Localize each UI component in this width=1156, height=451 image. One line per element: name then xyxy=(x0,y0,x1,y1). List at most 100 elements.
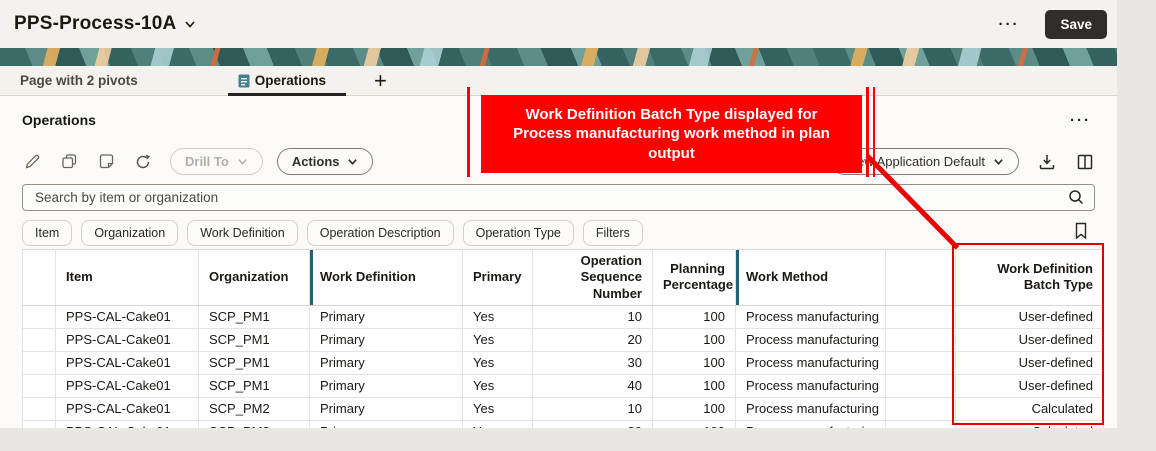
cell-op-seq: 30 xyxy=(532,350,653,375)
add-tab-button[interactable]: + xyxy=(374,69,387,92)
col-header-primary[interactable]: Primary xyxy=(462,249,533,306)
chip-organization[interactable]: Organization xyxy=(81,220,179,246)
chip-work-definition[interactable]: Work Definition xyxy=(187,220,298,246)
section-title: Operations xyxy=(22,112,96,128)
edit-icon[interactable] xyxy=(22,152,42,172)
cell-primary: Yes xyxy=(462,327,533,352)
drill-to-label: Drill To xyxy=(185,154,229,169)
col-header-organization[interactable]: Organization xyxy=(198,249,310,306)
col-header-operation-sequence-number[interactable]: Operation Sequence Number xyxy=(532,249,653,306)
col-header-item[interactable]: Item xyxy=(55,249,199,306)
cell-primary: Yes xyxy=(462,304,533,329)
top-bar: PPS-Process-10A ··· Save xyxy=(0,0,1117,48)
columns-icon[interactable] xyxy=(1075,152,1095,172)
cell-organization: SCP_PM2 xyxy=(198,396,310,421)
table-row[interactable]: PPS-CAL-Cake01 SCP_PM1 Primary Yes 10 10… xyxy=(22,304,1104,329)
table-row[interactable]: PPS-CAL-Cake01 SCP_PM1 Primary Yes 20 10… xyxy=(22,327,1104,352)
cell-op-seq: 10 xyxy=(532,396,653,421)
cell-planning-pct: 100 xyxy=(652,327,736,352)
cell-op-seq: 20 xyxy=(532,419,653,428)
document-icon xyxy=(238,74,250,88)
cell-empty xyxy=(885,396,956,421)
search-icon[interactable] xyxy=(1067,188,1085,211)
cell-planning-pct: 100 xyxy=(652,419,736,428)
annotation-callout-text: Work Definition Batch Type displayed for… xyxy=(513,105,830,162)
save-button[interactable]: Save xyxy=(1045,9,1107,39)
refresh-icon[interactable] xyxy=(133,152,153,172)
tab-label: Page with 2 pivots xyxy=(20,73,138,88)
callout-accent-line-left xyxy=(467,87,470,177)
chip-operation-type[interactable]: Operation Type xyxy=(462,220,574,246)
table-row[interactable]: PPS-CAL-Cake01 SCP_PM1 Primary Yes 40 10… xyxy=(22,373,1104,398)
page-title: PPS-Process-10A xyxy=(14,13,177,34)
cell-empty xyxy=(885,304,956,329)
row-gutter xyxy=(22,373,56,398)
cell-batch-type: User-defined xyxy=(955,373,1104,398)
chip-operation-description[interactable]: Operation Description xyxy=(306,220,454,246)
cell-work-method: Process manufacturing xyxy=(735,419,886,428)
cell-batch-type: User-defined xyxy=(955,327,1104,352)
search-input[interactable] xyxy=(22,184,1095,211)
col-header-work-definition[interactable]: Work Definition xyxy=(309,249,463,306)
chevron-down-icon xyxy=(184,18,196,30)
table-row[interactable]: PPS-CAL-Cake01 SCP_PM1 Primary Yes 30 10… xyxy=(22,350,1104,375)
tab-page-with-2-pivots[interactable]: Page with 2 pivots xyxy=(14,66,144,95)
plan-title-dropdown[interactable]: PPS-Process-10A xyxy=(14,13,196,35)
app-root: PPS-Process-10A ··· Save Page with 2 piv… xyxy=(0,0,1156,451)
cell-work-definition: Primary xyxy=(309,327,463,352)
cell-planning-pct: 100 xyxy=(652,350,736,375)
cell-work-method: Process manufacturing xyxy=(735,350,886,375)
section-overflow-menu[interactable]: ··· xyxy=(1066,109,1095,132)
cell-op-seq: 10 xyxy=(532,304,653,329)
cell-organization: SCP_PM1 xyxy=(198,304,310,329)
cell-work-definition: Primary xyxy=(309,396,463,421)
row-gutter xyxy=(22,350,56,375)
cell-empty xyxy=(885,373,956,398)
cell-empty xyxy=(885,419,956,428)
col-header-work-method[interactable]: Work Method xyxy=(735,249,886,306)
cell-work-definition: Primary xyxy=(309,304,463,329)
bookmark-icon[interactable] xyxy=(1073,222,1095,245)
cell-primary: Yes xyxy=(462,373,533,398)
chip-item[interactable]: Item xyxy=(22,220,73,246)
cell-work-definition: Primary xyxy=(309,373,463,398)
cell-empty xyxy=(885,350,956,375)
duplicate-icon[interactable] xyxy=(59,152,79,172)
decorative-banner xyxy=(0,48,1117,66)
col-header-planning-percentage[interactable]: Planning Percentage xyxy=(652,249,736,306)
cell-primary: Yes xyxy=(462,419,533,428)
row-gutter xyxy=(22,419,56,428)
table-row[interactable]: PPS-CAL-Cake01 SCP_PM2 Primary Yes 20 10… xyxy=(22,419,1104,428)
table-row[interactable]: PPS-CAL-Cake01 SCP_PM2 Primary Yes 10 10… xyxy=(22,396,1104,421)
drill-to-button[interactable]: Drill To xyxy=(170,148,263,175)
cell-planning-pct: 100 xyxy=(652,396,736,421)
callout-accent-line-right-1 xyxy=(866,87,869,177)
actions-button[interactable]: Actions xyxy=(276,148,374,175)
cell-work-method: Process manufacturing xyxy=(735,373,886,398)
cell-item: PPS-CAL-Cake01 xyxy=(55,419,199,428)
window-overflow-menu[interactable]: ··· xyxy=(994,13,1023,36)
chip-filters[interactable]: Filters xyxy=(582,220,643,246)
cell-work-method: Process manufacturing xyxy=(735,304,886,329)
data-grid: Item Organization Work Definition Primar… xyxy=(22,249,1104,428)
cell-work-definition: Primary xyxy=(309,350,463,375)
table-header-row: Item Organization Work Definition Primar… xyxy=(22,249,1104,306)
callout-accent-line-right-2 xyxy=(873,87,875,177)
col-header-work-definition-batch-type[interactable]: Work Definition Batch Type xyxy=(955,249,1104,306)
cell-organization: SCP_PM1 xyxy=(198,373,310,398)
cell-primary: Yes xyxy=(462,350,533,375)
cell-empty xyxy=(885,327,956,352)
download-icon[interactable] xyxy=(1037,152,1057,172)
tab-operations[interactable]: Operations xyxy=(227,66,347,96)
cell-batch-type: Calculated xyxy=(955,396,1104,421)
note-icon[interactable] xyxy=(96,152,116,172)
cell-item: PPS-CAL-Cake01 xyxy=(55,350,199,375)
cell-planning-pct: 100 xyxy=(652,373,736,398)
cell-item: PPS-CAL-Cake01 xyxy=(55,304,199,329)
tab-label: Operations xyxy=(254,73,327,88)
row-gutter xyxy=(22,396,56,421)
cell-work-definition: Primary xyxy=(309,419,463,428)
annotation-callout: Work Definition Batch Type displayed for… xyxy=(481,95,862,173)
cell-op-seq: 20 xyxy=(532,327,653,352)
actions-label: Actions xyxy=(291,154,340,169)
